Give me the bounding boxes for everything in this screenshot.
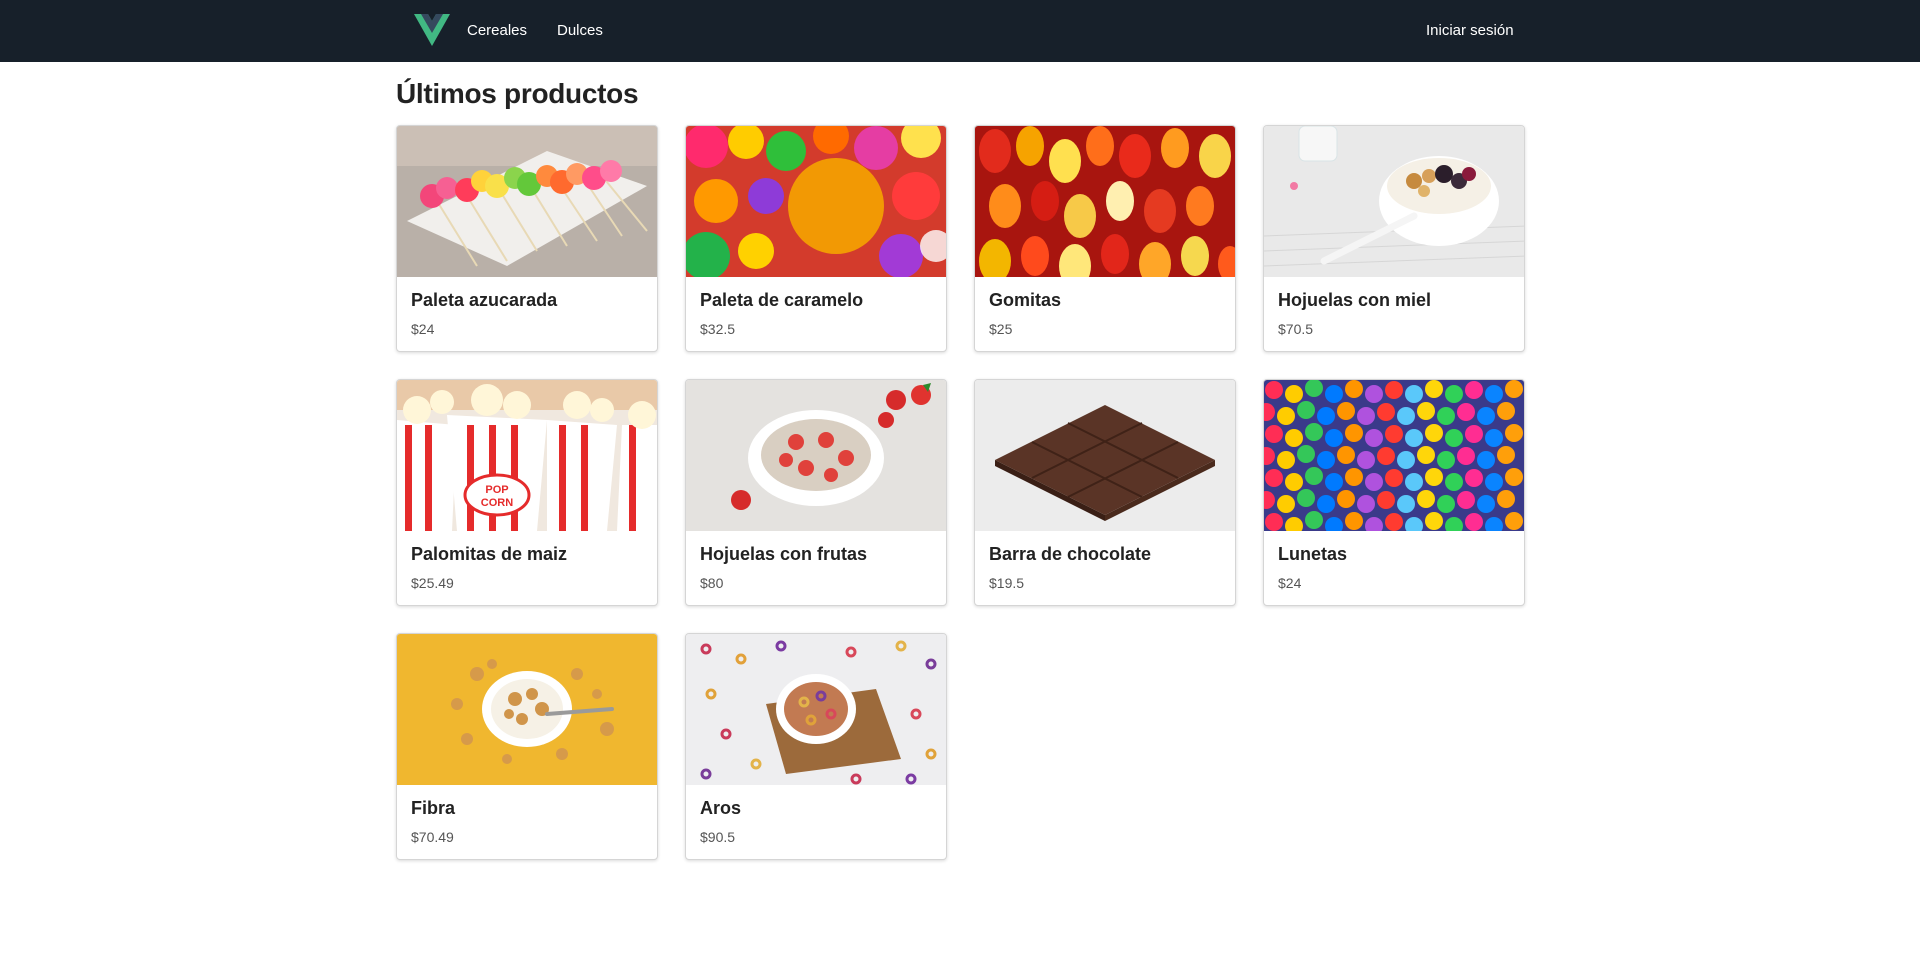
product-name: Gomitas bbox=[989, 290, 1062, 310]
product-name: Fibra bbox=[411, 798, 456, 818]
cereal-rings-image bbox=[686, 634, 946, 785]
chocolate-bar-image bbox=[975, 380, 1235, 531]
product-grid: Paleta azucarada $24 Paleta de caramelo … bbox=[396, 125, 1526, 860]
product-name: Paleta azucarada bbox=[411, 290, 558, 310]
product-card[interactable]: POP CORN Palomitas de maiz $25.49 bbox=[396, 379, 658, 606]
product-card[interactable]: Aros $90.5 bbox=[685, 633, 947, 860]
product-name: Hojuelas con frutas bbox=[700, 544, 868, 564]
gummy-bears-image bbox=[975, 126, 1235, 277]
product-price: $80 bbox=[700, 575, 724, 591]
nav-link-dulces[interactable]: Dulces bbox=[557, 22, 603, 39]
page-title: Últimos productos bbox=[396, 78, 639, 109]
svg-text:CORN: CORN bbox=[481, 497, 513, 509]
product-price: $32.5 bbox=[700, 321, 736, 337]
candy-buttons-image bbox=[1264, 380, 1524, 531]
product-name: Palomitas de maiz bbox=[411, 544, 568, 564]
product-card[interactable]: Hojuelas con frutas $80 bbox=[685, 379, 947, 606]
svg-text:POP: POP bbox=[485, 484, 508, 496]
popcorn-image: POP CORN bbox=[397, 380, 657, 531]
login-link[interactable]: Iniciar sesión bbox=[1426, 22, 1514, 39]
product-name: Hojuelas con miel bbox=[1278, 290, 1432, 310]
honey-flakes-bowl-image bbox=[1264, 126, 1524, 277]
lollipops-image bbox=[397, 126, 657, 277]
product-name: Aros bbox=[700, 798, 742, 818]
product-card[interactable]: Paleta de caramelo $32.5 bbox=[685, 125, 947, 352]
top-navbar: Cereales Dulces Iniciar sesión bbox=[0, 0, 1920, 62]
product-price: $24 bbox=[1278, 575, 1302, 591]
product-price: $70.49 bbox=[411, 829, 454, 845]
product-card[interactable]: Hojuelas con miel $70.5 bbox=[1263, 125, 1525, 352]
fruit-flakes-bowl-image bbox=[686, 380, 946, 531]
product-card[interactable]: Paleta azucarada $24 bbox=[396, 125, 658, 352]
caramel-candies-image bbox=[686, 126, 946, 277]
fiber-cereal-image bbox=[397, 634, 657, 785]
product-card[interactable]: Fibra $70.49 bbox=[396, 633, 658, 860]
product-price: $25 bbox=[989, 321, 1013, 337]
product-price: $25.49 bbox=[411, 575, 454, 591]
product-card[interactable]: Barra de chocolate $19.5 bbox=[974, 379, 1236, 606]
nav-link-cereales[interactable]: Cereales bbox=[467, 22, 527, 39]
product-price: $70.5 bbox=[1278, 321, 1314, 337]
product-card[interactable]: Gomitas $25 bbox=[974, 125, 1236, 352]
product-price: $90.5 bbox=[700, 829, 736, 845]
vue-logo-icon[interactable] bbox=[414, 14, 450, 46]
product-card[interactable]: Lunetas $24 bbox=[1263, 379, 1525, 606]
product-name: Lunetas bbox=[1278, 544, 1348, 564]
product-price: $19.5 bbox=[989, 575, 1025, 591]
product-name: Paleta de caramelo bbox=[700, 290, 864, 310]
product-name: Barra de chocolate bbox=[989, 544, 1152, 564]
product-price: $24 bbox=[411, 321, 435, 337]
